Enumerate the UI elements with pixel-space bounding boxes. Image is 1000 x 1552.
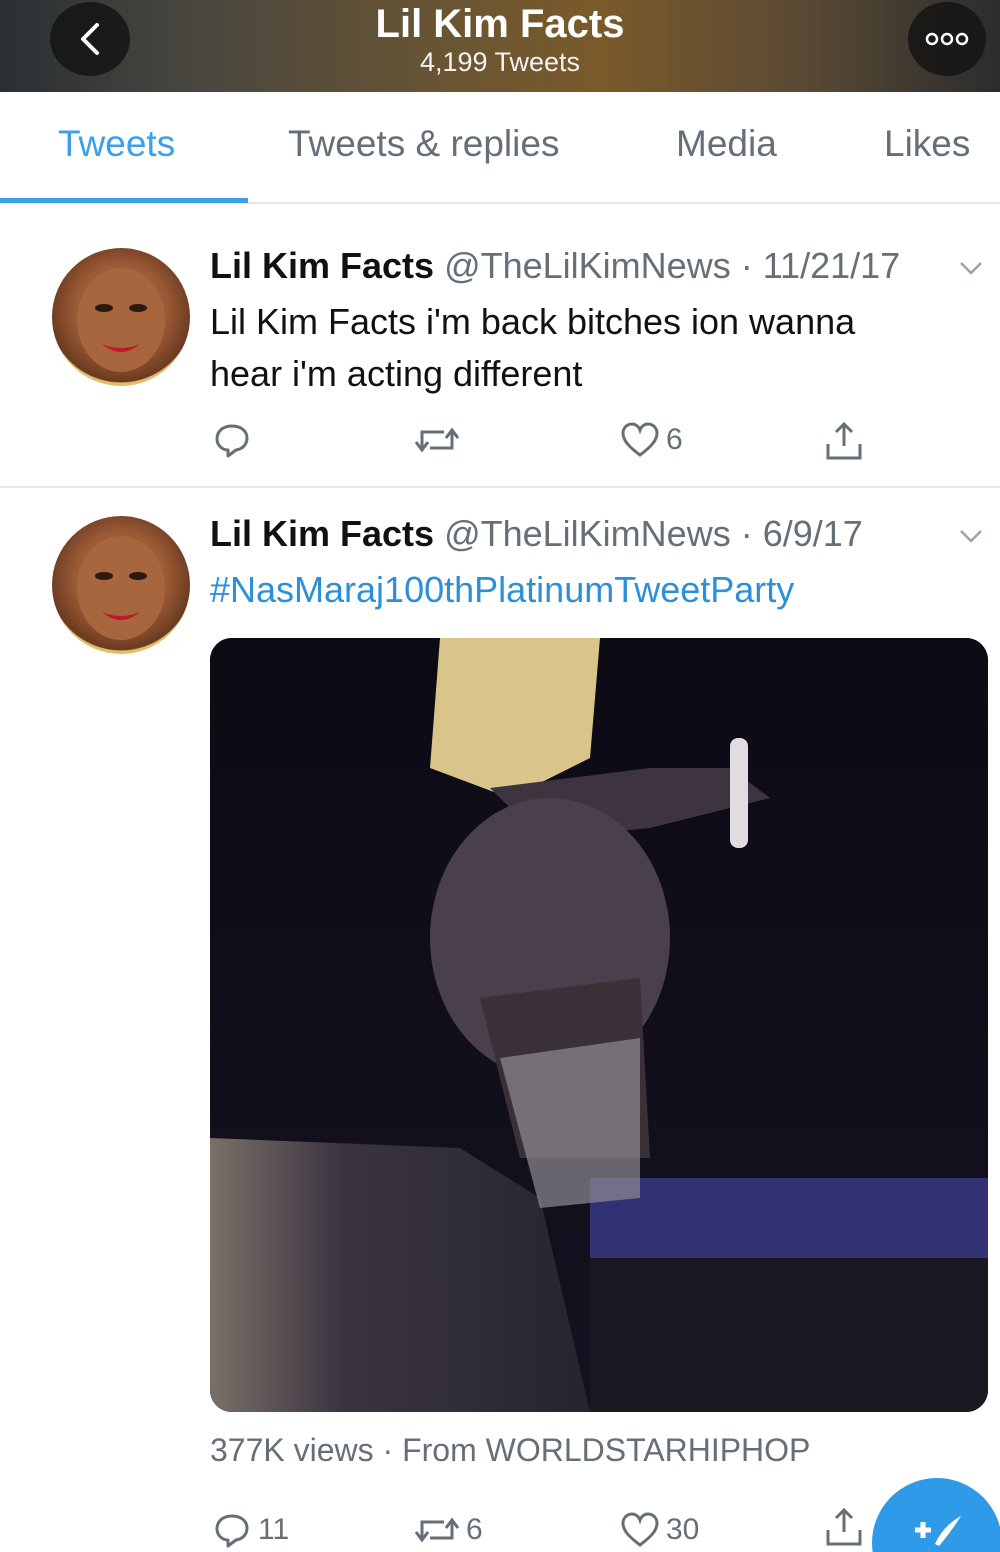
share-button[interactable] <box>824 1506 864 1548</box>
retweet-icon <box>414 1517 460 1543</box>
tweet-text: #NasMaraj100thPlatinumTweetParty <box>210 564 970 616</box>
author-handle[interactable]: @TheLilKimNews <box>444 513 731 554</box>
avatar-face <box>77 536 165 640</box>
tweet-date[interactable]: 11/21/17 <box>763 245 900 286</box>
tweet-header: Lil Kim Facts @TheLilKimNews · 6/9/17 <box>210 513 863 554</box>
reply-button[interactable]: 11 <box>212 1510 289 1550</box>
like-button[interactable]: 6 <box>620 420 683 460</box>
author-handle[interactable]: @TheLilKimNews <box>444 245 731 286</box>
reply-icon <box>215 424 249 458</box>
retweet-count: 6 <box>466 1513 483 1546</box>
retweet-button[interactable] <box>414 420 460 460</box>
reply-count: 11 <box>258 1513 290 1546</box>
video-media[interactable] <box>210 638 988 1412</box>
reply-button[interactable] <box>212 420 252 460</box>
video-frame <box>210 638 988 1412</box>
compose-button[interactable] <box>872 1478 1000 1552</box>
tweet-text: Lil Kim Facts i'm back bitches ion wanna… <box>210 296 970 400</box>
tweet-text-line: hear i'm acting different <box>210 353 583 394</box>
chevron-down-icon[interactable] <box>958 520 984 551</box>
share-icon <box>826 1507 862 1546</box>
retweet-button[interactable]: 6 <box>414 1510 483 1550</box>
video-meta: 377K views · From WORLDSTARHIPHOP <box>210 1432 811 1468</box>
tweet-header: Lil Kim Facts @TheLilKimNews · 11/21/17 <box>210 245 901 286</box>
heart-icon <box>621 1512 659 1547</box>
author-name[interactable]: Lil Kim Facts <box>210 513 434 554</box>
tab-tweets[interactable]: Tweets <box>58 122 175 166</box>
hashtag-link[interactable]: #NasMaraj100thPlatinumTweetParty <box>210 569 794 610</box>
reply-icon <box>215 1514 249 1548</box>
like-count: 6 <box>666 423 683 456</box>
share-button[interactable] <box>824 420 864 462</box>
compose-icon <box>915 1516 961 1546</box>
tweet-date[interactable]: 6/9/17 <box>763 513 863 554</box>
like-button[interactable]: 30 <box>620 1510 699 1550</box>
tweet-divider <box>0 486 1000 488</box>
tweet-text-line: Lil Kim Facts i'm back bitches ion wanna <box>210 301 856 342</box>
profile-title: Lil Kim Facts <box>375 2 625 46</box>
active-tab-indicator <box>0 198 248 203</box>
share-icon <box>826 421 862 460</box>
profile-tabs: Tweets Tweets & replies Media Likes <box>0 92 1000 204</box>
avatar[interactable] <box>52 248 190 386</box>
heart-icon <box>621 422 659 457</box>
avatar-face <box>77 268 165 372</box>
video-source[interactable]: From WORLDSTARHIPHOP <box>402 1432 810 1468</box>
view-count: 377K views <box>210 1432 374 1468</box>
like-count: 30 <box>666 1513 700 1546</box>
tweet-count: 4,199 Tweets <box>419 47 581 77</box>
tab-likes[interactable]: Likes <box>884 122 970 166</box>
retweet-icon <box>414 427 460 453</box>
more-button[interactable] <box>908 2 986 76</box>
avatar[interactable] <box>52 516 190 654</box>
author-name[interactable]: Lil Kim Facts <box>210 245 434 286</box>
tab-tweets-replies[interactable]: Tweets & replies <box>288 122 559 166</box>
tab-media[interactable]: Media <box>676 122 777 166</box>
more-icon <box>925 32 969 46</box>
profile-header: Lil Kim Facts 4,199 Tweets <box>0 0 1000 92</box>
chevron-down-icon[interactable] <box>958 252 984 283</box>
